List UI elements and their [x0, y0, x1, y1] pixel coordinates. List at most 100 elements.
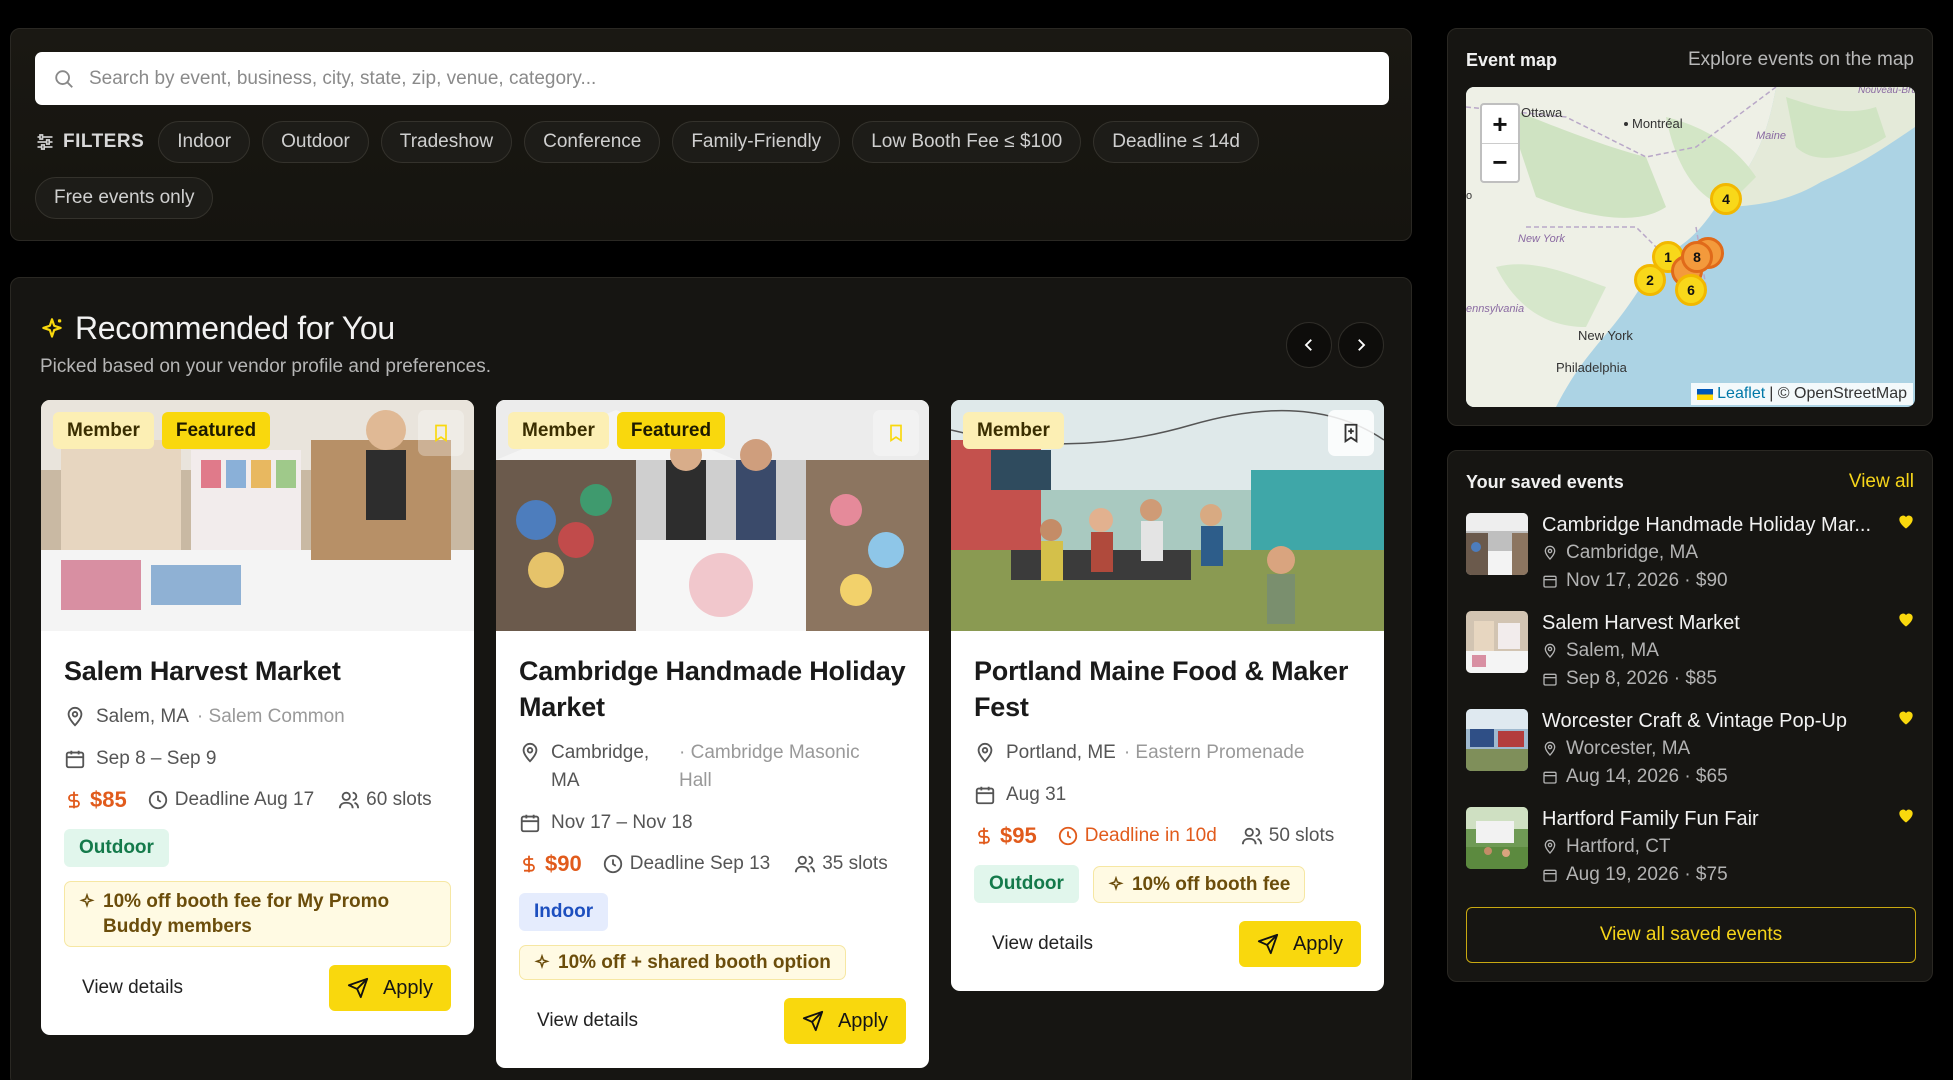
- map-canvas[interactable]: Ottawa Montréal Maine Nouveau-Brunswick …: [1466, 87, 1915, 407]
- saved-event-city: Cambridge, MA: [1566, 542, 1698, 563]
- leaflet-link[interactable]: Leaflet: [1717, 385, 1765, 403]
- promo-banner: 10% off booth fee: [1092, 865, 1306, 903]
- saved-event-item[interactable]: Cambridge Handmade Holiday Mar... Cambri…: [1466, 511, 1916, 609]
- map-cluster-marker[interactable]: 6: [1675, 274, 1707, 306]
- clock-icon: [603, 854, 622, 874]
- zoom-control: + −: [1480, 103, 1520, 183]
- apply-button[interactable]: Apply: [328, 965, 451, 1011]
- users-icon: [1241, 827, 1262, 845]
- zoom-out-button[interactable]: −: [1482, 143, 1518, 181]
- promo-banner: 10% off + shared booth option: [519, 945, 846, 980]
- sparkle-icon: [42, 317, 62, 338]
- dollar-icon: [978, 827, 990, 845]
- osm-attribution: | © OpenStreetMap: [1769, 385, 1907, 402]
- calendar-icon: [1543, 869, 1557, 882]
- saved-event-date-price: Sep 8, 2026 · $85: [1566, 668, 1718, 689]
- event-dates: Sep 8 – Sep 9: [64, 745, 451, 773]
- location-pin-icon: [1544, 741, 1556, 756]
- filters-button[interactable]: FILTERS: [35, 131, 144, 153]
- map-cluster-marker[interactable]: 2: [1634, 264, 1666, 296]
- users-icon: [339, 791, 360, 809]
- promo-text: 10% off booth fee: [1131, 873, 1291, 895]
- saved-event-item[interactable]: Worcester Craft & Vintage Pop-Up Worcest…: [1466, 707, 1916, 805]
- view-details-link[interactable]: View details: [974, 933, 1093, 955]
- featured-badge: Featured: [616, 412, 726, 449]
- map-cluster-marker[interactable]: 8: [1681, 241, 1713, 273]
- filters-label: FILTERS: [63, 131, 145, 152]
- view-all-saved-button[interactable]: View all saved events: [1466, 907, 1916, 963]
- event-card[interactable]: Member Portland Maine Food & Maker Fest …: [951, 400, 1384, 991]
- event-city: Salem, MA: [96, 706, 189, 727]
- filter-chip-deadline[interactable]: Deadline ≤ 14d: [1093, 121, 1259, 163]
- zoom-in-button[interactable]: +: [1482, 105, 1518, 143]
- map-label: Philadelphia: [1556, 360, 1628, 375]
- carousel-next-button[interactable]: [1338, 322, 1384, 368]
- apply-label: Apply: [1292, 932, 1343, 955]
- filter-row: FILTERS Indoor Outdoor Tradeshow Confere…: [35, 121, 1395, 219]
- category-tag: Outdoor: [64, 829, 169, 867]
- event-map-panel: Event map Explore events on the map Otta…: [1447, 28, 1933, 426]
- map-label: ennsylvania: [1466, 303, 1524, 315]
- saved-event-city: Salem, MA: [1566, 640, 1659, 661]
- filter-chip-tradeshow[interactable]: Tradeshow: [380, 121, 513, 163]
- sparkle-icon: [534, 954, 550, 969]
- member-badge: Member: [508, 412, 609, 449]
- featured-badge: Featured: [161, 412, 271, 449]
- deadline-text: Deadline in 10d: [1084, 825, 1217, 846]
- slots-text: 50 slots: [1268, 825, 1335, 846]
- clock-icon: [1058, 826, 1077, 846]
- view-details-link[interactable]: View details: [519, 1010, 638, 1032]
- filter-chip-outdoor[interactable]: Outdoor: [262, 121, 369, 163]
- bookmark-button[interactable]: [1328, 410, 1374, 456]
- event-venue: · Eastern Promenade: [1123, 742, 1305, 763]
- heart-icon[interactable]: [1896, 805, 1916, 825]
- bookmark-button[interactable]: [418, 410, 464, 456]
- bookmark-plus-icon: [1344, 423, 1358, 443]
- booth-price: $90: [545, 851, 582, 876]
- carousel-prev-button[interactable]: [1286, 322, 1332, 368]
- event-title[interactable]: Portland Maine Food & Maker Fest: [974, 653, 1361, 725]
- slots-text: 35 slots: [822, 853, 888, 874]
- view-details-link[interactable]: View details: [64, 977, 183, 999]
- explore-map-link[interactable]: Explore events on the map: [1688, 49, 1914, 71]
- event-card[interactable]: Member Featured Cambridge Handmade Holid…: [496, 400, 929, 1068]
- recommended-panel: Recommended for You Picked based on your…: [10, 277, 1412, 1080]
- recommended-subtitle: Picked based on your vendor profile and …: [40, 356, 491, 377]
- filter-chip-family-friendly[interactable]: Family-Friendly: [672, 121, 841, 163]
- event-date-range: Nov 17 – Nov 18: [551, 812, 693, 833]
- apply-label: Apply: [837, 1009, 888, 1032]
- view-all-link[interactable]: View all: [1849, 471, 1914, 493]
- filter-chip-indoor[interactable]: Indoor: [158, 121, 251, 163]
- event-title[interactable]: Cambridge Handmade Holiday Market: [519, 653, 906, 725]
- chevron-left-icon: [1304, 339, 1312, 351]
- location-pin-icon: [67, 706, 83, 727]
- search-input[interactable]: [89, 67, 1349, 90]
- event-dates: Nov 17 – Nov 18: [519, 809, 906, 837]
- bookmark-icon: [890, 424, 902, 443]
- saved-event-item[interactable]: Salem Harvest Market Salem, MA Sep 8, 20…: [1466, 609, 1916, 707]
- saved-event-thumbnail: [1466, 513, 1528, 575]
- location-pin-icon: [1544, 839, 1556, 854]
- users-icon: [795, 855, 816, 873]
- search-box[interactable]: [35, 52, 1389, 105]
- send-icon: [347, 977, 369, 999]
- filter-chip-low-booth-fee[interactable]: Low Booth Fee ≤ $100: [852, 121, 1082, 163]
- heart-icon[interactable]: [1896, 609, 1916, 629]
- event-title[interactable]: Salem Harvest Market: [64, 653, 451, 689]
- heart-icon[interactable]: [1896, 511, 1916, 531]
- filter-chip-free-events[interactable]: Free events only: [35, 177, 214, 219]
- slots-text: 60 slots: [366, 789, 432, 810]
- event-card[interactable]: Member Featured Salem Harvest Market Sal…: [41, 400, 474, 1035]
- filter-chip-conference[interactable]: Conference: [524, 121, 661, 163]
- calendar-icon: [975, 786, 995, 805]
- apply-button[interactable]: Apply: [1238, 921, 1361, 967]
- heart-icon[interactable]: [1896, 707, 1916, 727]
- bookmark-icon: [435, 424, 447, 443]
- bookmark-button[interactable]: [873, 410, 919, 456]
- sparkle-icon: [1108, 875, 1124, 891]
- promo-text: 10% off booth fee for My Promo Buddy mem…: [103, 891, 390, 937]
- event-image: Member Featured: [496, 400, 929, 631]
- map-cluster-marker[interactable]: 4: [1710, 183, 1742, 215]
- saved-event-item[interactable]: Hartford Family Fun Fair Hartford, CT Au…: [1466, 805, 1916, 903]
- apply-button[interactable]: Apply: [783, 998, 906, 1044]
